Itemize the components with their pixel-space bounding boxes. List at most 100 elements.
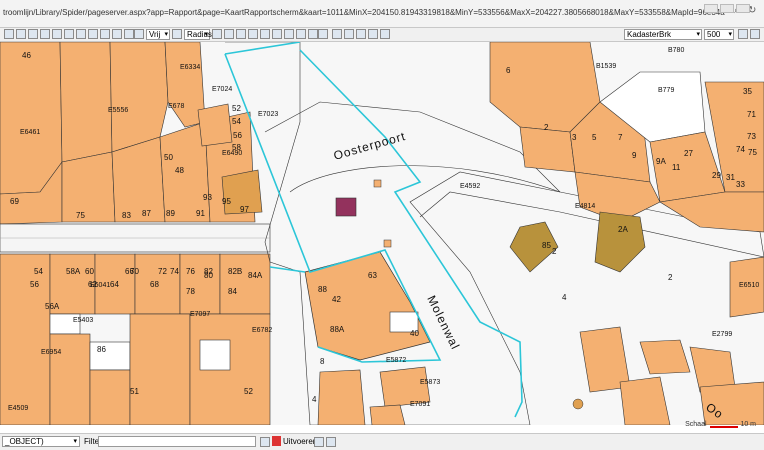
parcel-label: 85: [542, 241, 551, 250]
parcel-label: E7091: [410, 401, 430, 408]
parcel-label: 74: [736, 145, 745, 154]
filter-icon[interactable]: [260, 437, 270, 447]
edit-icon[interactable]: [356, 29, 366, 39]
draw-line-icon[interactable]: [236, 29, 246, 39]
layers-icon[interactable]: [100, 29, 110, 39]
parcel-label: 2A: [618, 225, 628, 234]
run-icon[interactable]: [272, 436, 281, 446]
address-url[interactable]: troomlijn/Library/Spider/pageserver.aspx…: [3, 2, 725, 24]
maximize-button[interactable]: [720, 4, 734, 13]
snap-icon[interactable]: [368, 29, 378, 39]
info-icon[interactable]: [88, 29, 98, 39]
parcel-label: 6: [506, 66, 511, 75]
parcel-label: E6782: [252, 327, 272, 334]
parcel-label: 56: [30, 280, 39, 289]
zoom-in-icon[interactable]: [4, 29, 14, 39]
parcel-label: 88A: [330, 325, 345, 334]
parcel-label: B780: [668, 47, 684, 54]
parcel-label: E5873: [420, 379, 440, 386]
draw-point-icon[interactable]: [224, 29, 234, 39]
close-button[interactable]: [736, 4, 750, 13]
parcel-label: 2: [552, 247, 557, 256]
layer-dropdown[interactable]: KadasterBrk ▾: [624, 29, 702, 40]
filter-input[interactable]: [98, 436, 256, 447]
print-icon[interactable]: [64, 29, 74, 39]
next-extent-icon[interactable]: [284, 29, 294, 39]
parcel-label: 70: [130, 267, 139, 276]
clear-icon[interactable]: [134, 29, 144, 39]
parcel-label: 58A: [66, 267, 81, 276]
scale-bar: [710, 426, 738, 428]
minimize-button[interactable]: [704, 4, 718, 13]
parcel-label: 48: [175, 166, 184, 175]
parcel-label: 33: [736, 180, 745, 189]
object-dropdown[interactable]: _OBJECT) ▾: [2, 436, 80, 447]
parcel-label: E5556: [108, 107, 128, 114]
parcel-label: E6461: [20, 129, 40, 136]
parcel-label: 60: [85, 267, 94, 276]
parcel-label: 27: [684, 149, 693, 158]
parcel-label: 52: [232, 104, 241, 113]
export-icon[interactable]: [380, 29, 390, 39]
previous-extent-icon[interactable]: [272, 29, 282, 39]
parcel-label: 4: [562, 293, 567, 302]
parcel-label: 75: [748, 148, 757, 157]
parcel-label: 68: [150, 280, 159, 289]
parcel-label: 54: [34, 267, 43, 276]
parcel-label: 31: [726, 173, 735, 182]
parcel-label: 2: [544, 123, 549, 132]
export-excel-icon[interactable]: [314, 437, 324, 447]
parcel-label: 64: [110, 280, 119, 289]
radius-icon[interactable]: [212, 29, 222, 39]
parcel-label: 3: [572, 133, 577, 142]
legend-icon[interactable]: [318, 29, 328, 39]
parcel-label: 5: [592, 133, 597, 142]
parcel-label: 56: [233, 131, 242, 140]
parcel-label: E2799: [712, 331, 732, 338]
selected-object-marker[interactable]: [335, 197, 357, 217]
parcel-label: 78: [186, 287, 195, 296]
pan-icon[interactable]: [28, 29, 38, 39]
zoom-out-icon[interactable]: [16, 29, 26, 39]
map-canvas[interactable]: Oosterpoort Molenwal Oo 46 E6334 E7024 E555…: [0, 42, 764, 425]
bookmark-icon[interactable]: [124, 29, 134, 39]
parcel-label: 73: [747, 132, 756, 141]
parcel-label: 35: [743, 87, 752, 96]
scale-dropdown[interactable]: 500 ▾: [704, 29, 734, 40]
radius-dropdown[interactable]: Radius ▾: [184, 29, 212, 40]
parcel-label: 88: [318, 285, 327, 294]
select-icon[interactable]: [52, 29, 62, 39]
measure-icon[interactable]: [76, 29, 86, 39]
parcel-label: 9A: [656, 157, 666, 166]
parcel-label: E4814: [575, 203, 595, 210]
print-list-icon[interactable]: [326, 437, 336, 447]
parcel-label: 4: [312, 395, 317, 404]
parcel-label: 97: [240, 205, 249, 214]
parcel-label: E678: [168, 103, 184, 110]
parcel-label: 82: [204, 267, 213, 276]
parcel-label: 83: [122, 211, 131, 220]
parcel-label: 50: [164, 153, 173, 162]
help-icon[interactable]: [750, 29, 760, 39]
bottom-bar: _OBJECT) ▾ Filter Uitvoeren: [0, 433, 764, 450]
flag-icon[interactable]: [112, 29, 122, 39]
polygon-icon[interactable]: [172, 29, 182, 39]
draw-area-icon[interactable]: [248, 29, 258, 39]
apply-scale-icon[interactable]: [738, 29, 748, 39]
parcel-label: 42: [332, 295, 341, 304]
map-svg[interactable]: Oosterpoort Molenwal Oo 46E6334E7024E555…: [0, 42, 764, 425]
full-extent-icon[interactable]: [40, 29, 50, 39]
parcel-label: 91: [196, 209, 205, 218]
grid-icon[interactable]: [308, 29, 318, 39]
back-icon[interactable]: [296, 29, 306, 39]
target-icon[interactable]: [344, 29, 354, 39]
globe-icon[interactable]: [332, 29, 342, 39]
run-button[interactable]: Uitvoeren: [283, 437, 317, 446]
parcel-label: 7: [618, 133, 623, 142]
parcel-label: 75: [76, 211, 85, 220]
parcel-label: 56A: [45, 302, 60, 311]
select-mode-dropdown[interactable]: Vrij ▾: [146, 29, 170, 40]
route-icon[interactable]: [260, 29, 270, 39]
parcel-label: E4592: [460, 183, 480, 190]
parcels-bottom-left: [0, 253, 271, 425]
